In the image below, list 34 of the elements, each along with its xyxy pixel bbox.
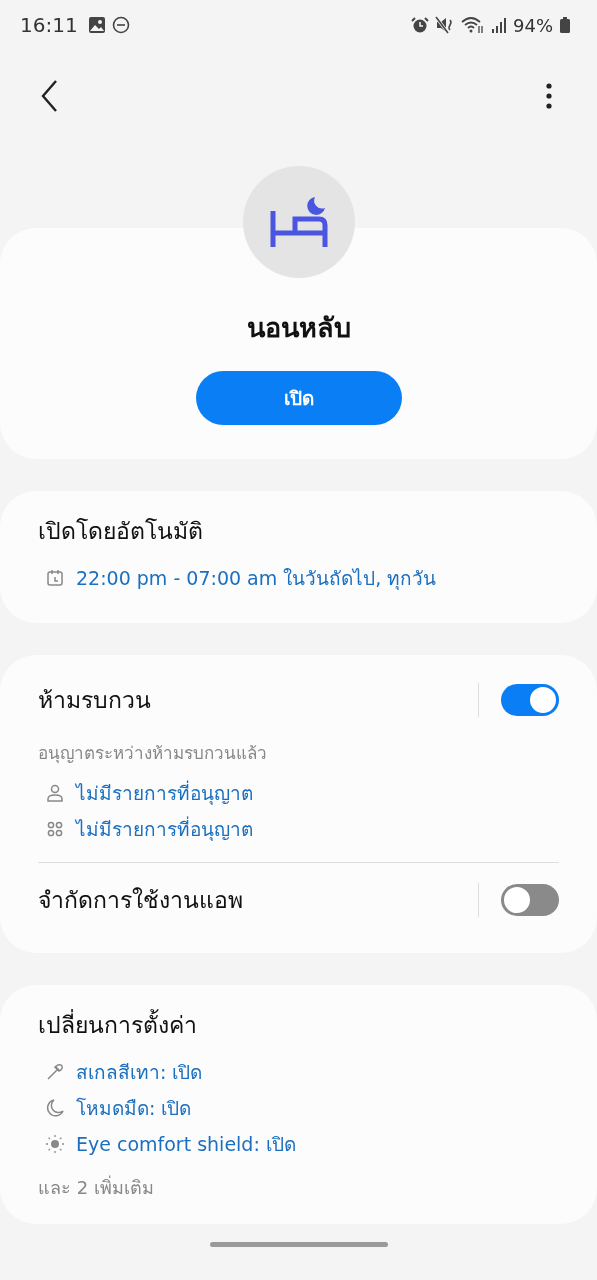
schedule-link[interactable]: 22:00 pm - 07:00 am ในวันถัดไป, ทุกวัน xyxy=(76,563,437,593)
person-icon xyxy=(46,784,64,802)
allowed-link[interactable]: ไม่มีรายการที่อนุญาต xyxy=(76,814,253,844)
apps-icon xyxy=(46,820,64,838)
setting-title: ห้ามรบกวน xyxy=(38,686,152,715)
back-icon[interactable] xyxy=(40,79,60,113)
setting-change-link[interactable]: โหมดมืด: เปิด xyxy=(76,1093,192,1123)
mode-title: นอนหลับ xyxy=(246,311,351,345)
setting-change-link[interactable]: Eye comfort shield: เปิด xyxy=(76,1129,296,1159)
toggle-switch[interactable] xyxy=(501,684,559,716)
calendar-icon xyxy=(46,569,64,587)
battery-icon xyxy=(559,16,571,34)
section-title: เปลี่ยนการตั้งค่า xyxy=(38,1007,559,1043)
allowed-link[interactable]: ไม่มีรายการที่อนุญาต xyxy=(76,778,253,808)
bed-icon xyxy=(268,195,329,249)
setting-change-link[interactable]: สเกลสีเทา: เปิด xyxy=(76,1057,203,1087)
more-options-icon[interactable] xyxy=(545,82,553,110)
do-not-disturb-icon xyxy=(111,16,130,34)
section-title: เปิดโดยอัตโนมัติ xyxy=(38,517,204,546)
signal-icon xyxy=(491,16,507,34)
moon-icon xyxy=(46,1099,64,1117)
setting-title: จำกัดการใช้งานแอพ xyxy=(38,886,244,915)
battery-percent: 94% xyxy=(513,14,553,36)
alarm-icon xyxy=(411,16,429,34)
section-subtitle: อนุญาตระหว่างห้ามรบกวนแล้ว xyxy=(38,742,268,766)
status-time: 16:11 xyxy=(20,13,78,37)
toggle-switch[interactable] xyxy=(501,884,559,916)
wifi-icon xyxy=(461,16,485,34)
mute-icon xyxy=(435,16,455,34)
sun-icon xyxy=(46,1135,64,1153)
turn-on-button[interactable]: เปิด xyxy=(195,371,402,425)
eyedropper-icon xyxy=(46,1063,64,1081)
more-settings-text: และ 2 เพิ่มเติม xyxy=(38,1174,155,1200)
gallery-icon xyxy=(87,16,106,34)
